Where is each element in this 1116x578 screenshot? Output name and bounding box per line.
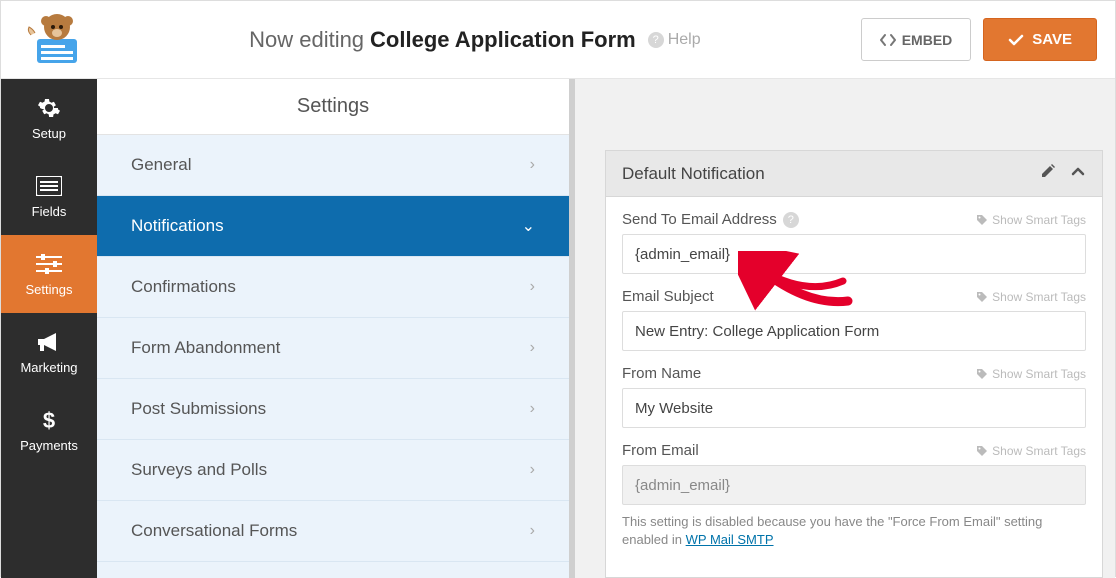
show-smart-tags[interactable]: Show Smart Tags <box>976 367 1086 381</box>
chevron-right-icon: › <box>530 461 535 479</box>
settings-title: Settings <box>97 79 569 135</box>
from-name-label: From Name <box>622 365 701 382</box>
show-smart-tags[interactable]: Show Smart Tags <box>976 213 1086 227</box>
edit-icon[interactable] <box>1040 163 1056 184</box>
save-button[interactable]: SAVE <box>983 18 1097 61</box>
subject-label: Email Subject <box>622 288 714 305</box>
subject-input[interactable] <box>622 311 1086 351</box>
send-to-input[interactable] <box>622 234 1086 274</box>
content-area: Default Notification Send To Email Addre… <box>575 79 1115 578</box>
from-email-input <box>622 465 1086 505</box>
sidebar-item-conversational[interactable]: Conversational Forms› <box>97 501 569 562</box>
nav-item-setup[interactable]: Setup <box>1 79 97 157</box>
svg-text:$: $ <box>43 408 55 432</box>
form-name: College Application Form <box>370 27 636 53</box>
notification-card-header: Default Notification <box>606 151 1102 197</box>
nav-item-marketing[interactable]: Marketing <box>1 313 97 391</box>
chevron-right-icon: › <box>530 278 535 296</box>
chevron-right-icon: › <box>530 400 535 418</box>
top-bar: Now editing College Application Form ? H… <box>1 1 1115 79</box>
field-subject: Email Subject Show Smart Tags <box>622 288 1086 351</box>
sidebar-item-surveys[interactable]: Surveys and Polls› <box>97 440 569 501</box>
from-email-note: This setting is disabled because you hav… <box>622 513 1086 549</box>
app-logo <box>19 10 89 70</box>
field-from-name: From Name Show Smart Tags <box>622 365 1086 428</box>
tag-icon <box>976 291 988 303</box>
sliders-icon <box>35 252 63 276</box>
now-editing-text: Now editing <box>249 27 364 53</box>
gear-icon <box>35 96 63 120</box>
nav-item-fields[interactable]: Fields <box>1 157 97 235</box>
settings-sidebar: Settings General› Notifications⌄ Confirm… <box>97 79 575 578</box>
tag-icon <box>976 214 988 226</box>
megaphone-icon <box>35 330 63 354</box>
nav-item-settings[interactable]: Settings <box>1 235 97 313</box>
left-nav: Setup Fields Settings Marketing $ Paymen… <box>1 79 97 578</box>
show-smart-tags[interactable]: Show Smart Tags <box>976 444 1086 458</box>
sidebar-item-post-submissions[interactable]: Post Submissions› <box>97 379 569 440</box>
dollar-icon: $ <box>35 408 63 432</box>
list-icon <box>35 174 63 198</box>
help-link[interactable]: ? Help <box>648 31 701 49</box>
wp-mail-smtp-link[interactable]: WP Mail SMTP <box>686 532 774 547</box>
help-icon[interactable]: ? <box>783 212 799 228</box>
notification-card: Default Notification Send To Email Addre… <box>605 150 1103 578</box>
embed-button[interactable]: EMBED <box>861 18 972 61</box>
from-name-input[interactable] <box>622 388 1086 428</box>
chevron-right-icon: › <box>530 156 535 174</box>
sidebar-item-general[interactable]: General› <box>97 135 569 196</box>
sidebar-item-notifications[interactable]: Notifications⌄ <box>97 196 569 257</box>
field-from-email: From Email Show Smart Tags This setting … <box>622 442 1086 549</box>
send-to-label: Send To Email Address <box>622 211 777 228</box>
chevron-right-icon: › <box>530 522 535 540</box>
chevron-right-icon: › <box>530 339 535 357</box>
embed-icon <box>880 33 896 47</box>
collapse-icon[interactable] <box>1070 163 1086 184</box>
tag-icon <box>976 445 988 457</box>
sidebar-item-abandonment[interactable]: Form Abandonment› <box>97 318 569 379</box>
show-smart-tags[interactable]: Show Smart Tags <box>976 290 1086 304</box>
now-editing-title: Now editing College Application Form ? H… <box>89 27 861 53</box>
field-send-to: Send To Email Address? Show Smart Tags <box>622 211 1086 274</box>
notification-title: Default Notification <box>622 164 765 184</box>
check-icon <box>1008 33 1024 47</box>
tag-icon <box>976 368 988 380</box>
sidebar-item-confirmations[interactable]: Confirmations› <box>97 257 569 318</box>
nav-item-payments[interactable]: $ Payments <box>1 391 97 469</box>
help-icon: ? <box>648 32 664 48</box>
chevron-down-icon: ⌄ <box>522 216 535 236</box>
from-email-label: From Email <box>622 442 699 459</box>
